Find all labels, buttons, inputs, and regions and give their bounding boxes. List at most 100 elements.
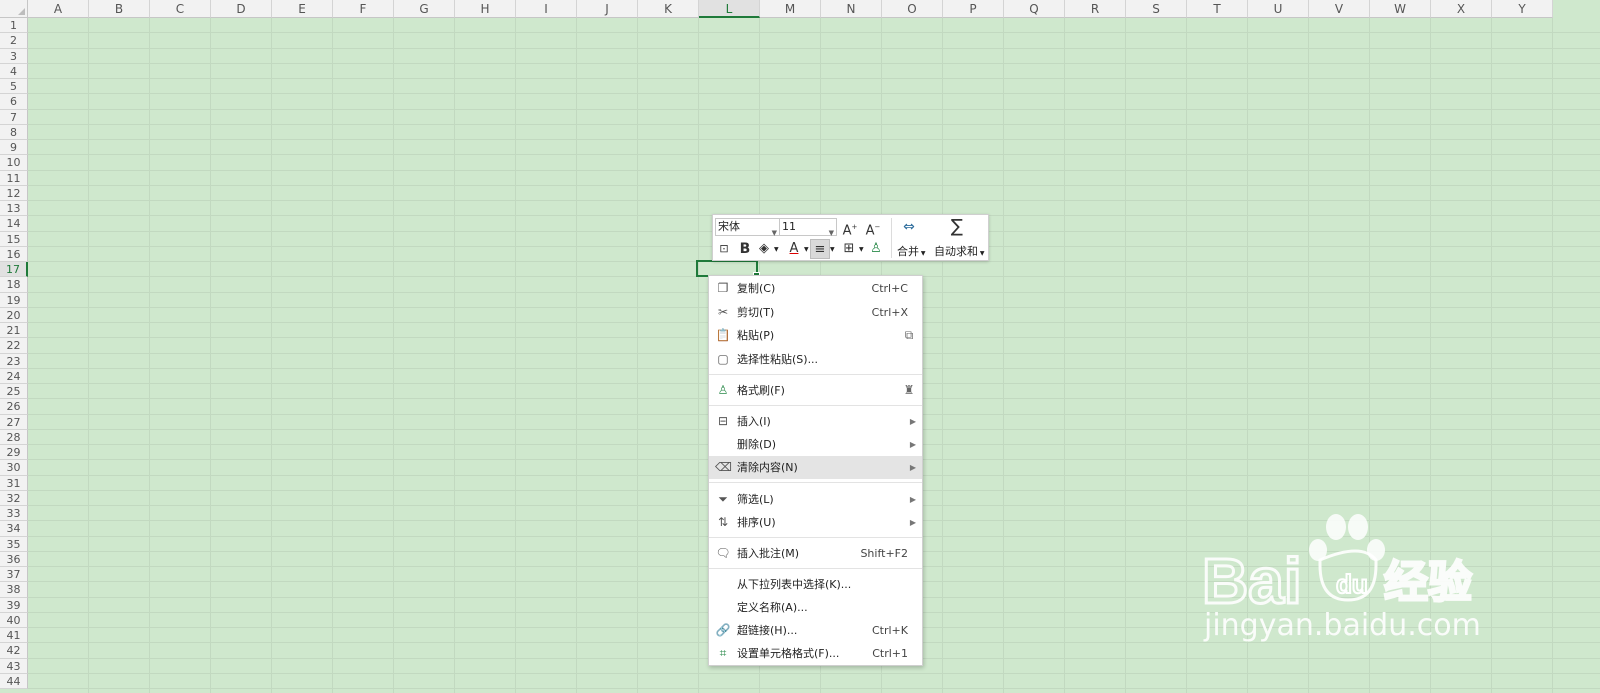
bold-icon[interactable]: B (735, 239, 755, 259)
row-header-30[interactable]: 30 (0, 460, 28, 476)
fill-color-icon[interactable]: ◈ (754, 239, 774, 259)
menu-item-sort[interactable]: ⇅ 排序(U) ▶ (709, 511, 922, 534)
row-header-37[interactable]: 37 (0, 567, 28, 583)
column-header-u[interactable]: U (1248, 0, 1309, 18)
decrease-font-icon[interactable]: A− (863, 217, 883, 238)
column-header-b[interactable]: B (89, 0, 150, 18)
row-header-21[interactable]: 21 (0, 323, 28, 339)
column-header-h[interactable]: H (455, 0, 516, 18)
row-header-19[interactable]: 19 (0, 292, 28, 308)
row-header-2[interactable]: 2 (0, 33, 28, 49)
column-header-t[interactable]: T (1187, 0, 1248, 18)
row-header-17[interactable]: 17 (0, 262, 28, 278)
column-header-c[interactable]: C (150, 0, 211, 18)
column-header-x[interactable]: X (1431, 0, 1492, 18)
row-header-5[interactable]: 5 (0, 79, 28, 95)
column-header-y[interactable]: Y (1492, 0, 1553, 18)
menu-item-copy[interactable]: ❐ 复制(C) Ctrl+C (709, 277, 922, 300)
row-header-23[interactable]: 23 (0, 353, 28, 369)
merge-icon[interactable]: ⇔ (899, 217, 919, 237)
row-header-26[interactable]: 26 (0, 399, 28, 415)
menu-item-filter[interactable]: ⏷ 筛选(L) ▶ (709, 488, 922, 511)
row-header-34[interactable]: 34 (0, 521, 28, 537)
select-icon[interactable]: ⊡ (714, 239, 734, 259)
format-painter-icon[interactable]: ♙ (866, 239, 886, 259)
row-header-28[interactable]: 28 (0, 429, 28, 445)
border-icon[interactable]: ⊞ (839, 239, 859, 259)
row-header-25[interactable]: 25 (0, 384, 28, 400)
autosum-button[interactable]: 自动求和 ▼ (934, 243, 985, 259)
column-header-v[interactable]: V (1309, 0, 1370, 18)
row-header-1[interactable]: 1 (0, 18, 28, 34)
column-header-f[interactable]: F (333, 0, 394, 18)
row-header-20[interactable]: 20 (0, 307, 28, 323)
row-header-32[interactable]: 32 (0, 490, 28, 506)
menu-item-pick-from-list[interactable]: 从下拉列表中选择(K)... (709, 573, 922, 596)
column-header-a[interactable]: A (28, 0, 89, 18)
row-header-35[interactable]: 35 (0, 536, 28, 552)
select-all-corner[interactable] (0, 0, 28, 18)
menu-item-define-name[interactable]: 定义名称(A)... (709, 596, 922, 619)
menu-item-clear-contents[interactable]: ⌫ 清除内容(N) ▶ (709, 456, 922, 479)
chevron-down-icon[interactable]: ▼ (774, 246, 779, 253)
font-color-icon[interactable]: A (784, 239, 804, 259)
row-header-42[interactable]: 42 (0, 643, 28, 659)
menu-item-paste-special[interactable]: ▢ 选择性粘贴(S)... (709, 348, 922, 371)
menu-item-cut[interactable]: ✂ 剪切(T) Ctrl+X (709, 301, 922, 324)
menu-item-insert[interactable]: ⊟ 插入(I) ▶ (709, 410, 922, 433)
row-header-24[interactable]: 24 (0, 368, 28, 384)
row-header-40[interactable]: 40 (0, 612, 28, 628)
menu-item-format-cells[interactable]: ⌗ 设置单元格格式(F)... Ctrl+1 (709, 642, 922, 665)
column-header-k[interactable]: K (638, 0, 699, 18)
column-header-m[interactable]: M (760, 0, 821, 18)
menu-item-insert-comment[interactable]: 🗨 插入批注(M) Shift+F2 (709, 542, 922, 565)
row-header-41[interactable]: 41 (0, 628, 28, 644)
column-header-o[interactable]: O (882, 0, 943, 18)
row-header-22[interactable]: 22 (0, 338, 28, 354)
chevron-down-icon[interactable]: ▼ (804, 246, 809, 253)
menu-item-format-painter[interactable]: ♙ 格式刷(F) ♜ (709, 379, 922, 402)
row-header-3[interactable]: 3 (0, 48, 28, 64)
row-header-12[interactable]: 12 (0, 185, 28, 201)
column-header-p[interactable]: P (943, 0, 1004, 18)
font-name-select[interactable]: 宋体 ▼ (715, 218, 780, 237)
row-header-4[interactable]: 4 (0, 63, 28, 79)
row-header-33[interactable]: 33 (0, 506, 28, 522)
column-header-g[interactable]: G (394, 0, 455, 18)
row-header-31[interactable]: 31 (0, 475, 28, 491)
column-header-j[interactable]: J (577, 0, 638, 18)
menu-item-hyperlink[interactable]: 🔗 超链接(H)... Ctrl+K (709, 619, 922, 642)
row-header-13[interactable]: 13 (0, 201, 28, 217)
menu-item-delete[interactable]: 删除(D) ▶ (709, 433, 922, 456)
column-header-s[interactable]: S (1126, 0, 1187, 18)
column-header-d[interactable]: D (211, 0, 272, 18)
row-header-16[interactable]: 16 (0, 246, 28, 262)
align-center-icon[interactable]: ≡ (810, 239, 830, 259)
column-header-r[interactable]: R (1065, 0, 1126, 18)
row-header-29[interactable]: 29 (0, 445, 28, 461)
chevron-down-icon[interactable]: ▼ (859, 246, 864, 253)
row-header-8[interactable]: 8 (0, 124, 28, 140)
row-header-6[interactable]: 6 (0, 94, 28, 110)
row-header-10[interactable]: 10 (0, 155, 28, 171)
font-size-select[interactable]: 11 ▼ (780, 218, 837, 237)
row-header-39[interactable]: 39 (0, 597, 28, 613)
row-header-38[interactable]: 38 (0, 582, 28, 598)
increase-font-icon[interactable]: A+ (840, 217, 860, 238)
chevron-down-icon[interactable]: ▼ (830, 246, 835, 253)
menu-item-paste[interactable]: 📋 粘贴(P) ⧉ (709, 324, 922, 347)
row-header-27[interactable]: 27 (0, 414, 28, 430)
column-header-q[interactable]: Q (1004, 0, 1065, 18)
merge-button[interactable]: 合并 ▼ (897, 243, 926, 259)
column-header-n[interactable]: N (821, 0, 882, 18)
row-header-7[interactable]: 7 (0, 109, 28, 125)
row-header-11[interactable]: 11 (0, 170, 28, 186)
column-header-w[interactable]: W (1370, 0, 1431, 18)
column-header-l[interactable]: L (699, 0, 760, 18)
row-header-18[interactable]: 18 (0, 277, 28, 293)
format-painter-options-icon[interactable]: ♜ (901, 382, 917, 398)
row-header-14[interactable]: 14 (0, 216, 28, 232)
row-header-44[interactable]: 44 (0, 673, 28, 689)
row-header-36[interactable]: 36 (0, 551, 28, 567)
row-header-43[interactable]: 43 (0, 658, 28, 674)
